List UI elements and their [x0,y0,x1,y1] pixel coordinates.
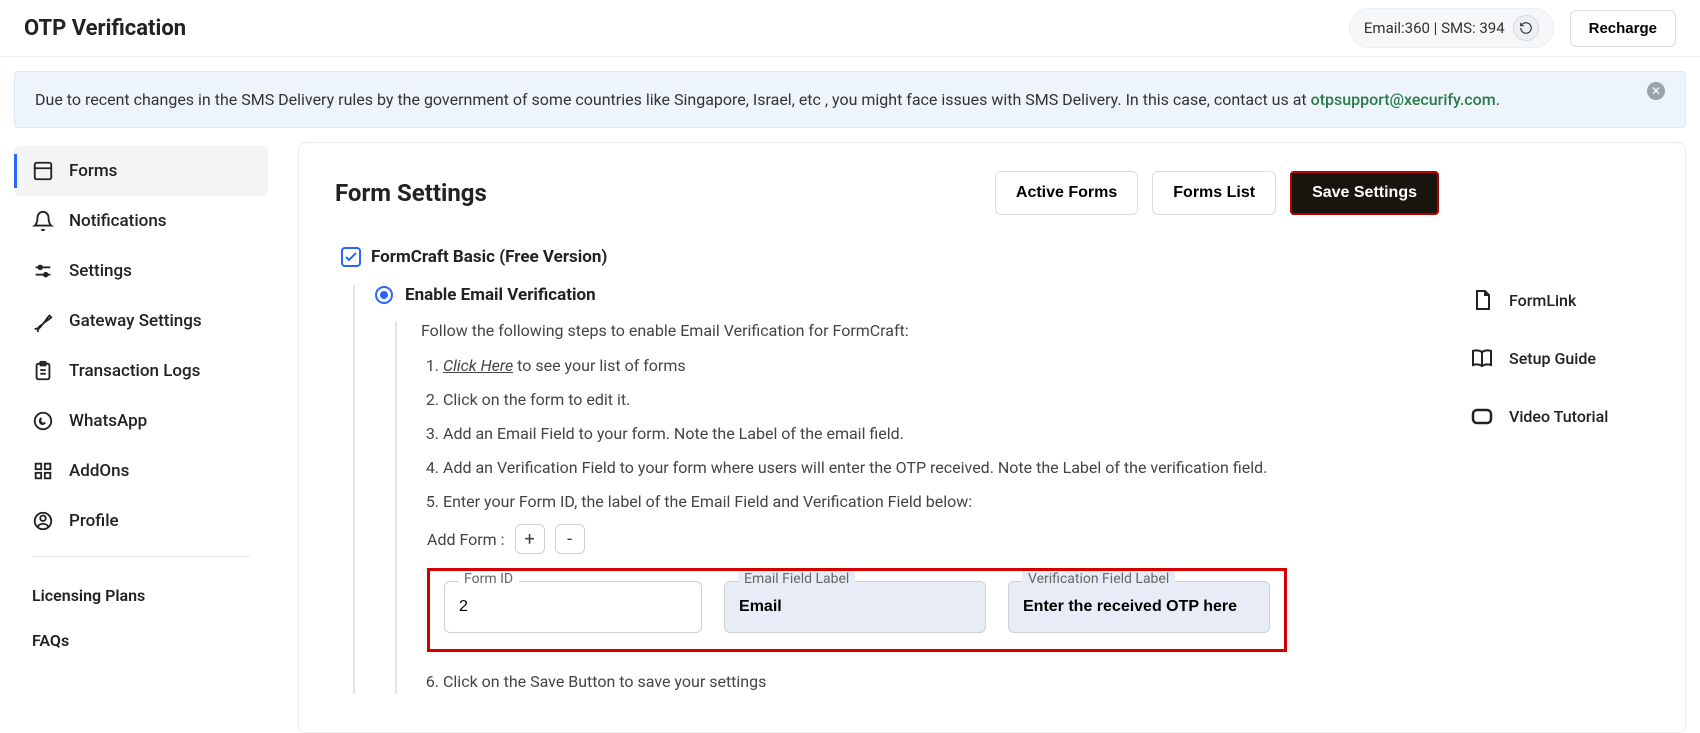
sidebar-item-forms[interactable]: Forms [14,146,268,196]
panel-label: FormLink [1509,291,1576,310]
email-field-legend: Email Field Label [738,571,855,587]
sidebar-item-label: Forms [69,161,117,181]
click-here-link[interactable]: Click Here [443,356,513,375]
active-forms-button[interactable]: Active Forms [995,171,1138,215]
formlink-link[interactable]: FormLink [1469,287,1649,313]
notice-banner: Due to recent changes in the SMS Deliver… [14,71,1686,128]
setup-guide-link[interactable]: Setup Guide [1469,345,1649,371]
sidebar-item-settings[interactable]: Settings [14,246,268,296]
step-item: Click on the form to edit it. [443,388,1439,412]
whatsapp-icon [32,410,54,432]
add-form-minus-button[interactable]: - [555,524,585,554]
support-email-link[interactable]: otpsupport@xecurify.com [1311,90,1496,109]
sidebar-item-label: WhatsApp [69,411,147,431]
step-item: Click on the Save Button to save your se… [443,670,1439,694]
enable-email-radio[interactable] [375,286,393,304]
sidebar-item-label: Profile [69,511,119,531]
sidebar-item-label: Transaction Logs [69,361,200,381]
save-settings-button[interactable]: Save Settings [1290,171,1439,215]
sidebar-faqs[interactable]: FAQs [14,618,268,663]
formcraft-checkbox[interactable] [341,247,361,267]
user-icon [32,510,54,532]
file-icon [1469,287,1495,313]
step-text: to see your list of forms [513,356,685,375]
enable-email-label: Enable Email Verification [405,285,596,305]
pen-icon [32,310,54,332]
sidebar-licensing-plans[interactable]: Licensing Plans [14,573,268,618]
book-icon [1469,345,1495,371]
sidebar-item-notifications[interactable]: Notifications [14,196,268,246]
sidebar-item-profile[interactable]: Profile [14,496,268,546]
step-item: Click Here to see your list of forms [443,354,1439,378]
verification-field-legend: Verification Field Label [1022,571,1175,587]
forms-list-button[interactable]: Forms List [1152,171,1276,215]
divider [32,556,250,557]
step-item: Add an Verification Field to your form w… [443,456,1439,480]
add-form-label: Add Form : [427,530,505,549]
close-icon[interactable]: ✕ [1647,82,1665,100]
formcraft-label: FormCraft Basic (Free Version) [371,247,607,267]
sidebar-item-label: Settings [69,261,132,281]
recharge-button[interactable]: Recharge [1570,10,1676,47]
sidebar-item-label: Gateway Settings [69,311,202,331]
step-item: Add an Email Field to your form. Note th… [443,422,1439,446]
email-field-input[interactable] [724,581,986,633]
bell-icon [32,210,54,232]
notice-text: Due to recent changes in the SMS Deliver… [35,90,1311,109]
form-icon [32,160,54,182]
notice-text-after: . [1496,90,1500,109]
step-item: Enter your Form ID, the label of the Ema… [443,490,1439,514]
sliders-icon [32,260,54,282]
grid-icon [32,460,54,482]
form-id-legend: Form ID [458,571,519,587]
form-fields-highlight: Form ID Email Field Label Verification F… [427,568,1287,652]
sidebar-item-transaction-logs[interactable]: Transaction Logs [14,346,268,396]
sidebar-item-label: AddOns [69,461,129,481]
panel-label: Video Tutorial [1509,407,1608,426]
credits-chip: Email:360 | SMS: 394 [1349,8,1554,48]
form-id-input[interactable] [444,581,702,633]
add-form-plus-button[interactable]: + [515,524,545,554]
page-title: OTP Verification [24,16,186,41]
section-title: Form Settings [335,179,487,207]
video-icon [1469,403,1495,429]
verification-field-input[interactable] [1008,581,1270,633]
clipboard-icon [32,360,54,382]
refresh-icon[interactable] [1513,15,1539,41]
sidebar: Forms Notifications Settings Gateway Set… [14,142,268,683]
sidebar-item-addons[interactable]: AddOns [14,446,268,496]
panel-label: Setup Guide [1509,349,1596,368]
video-tutorial-link[interactable]: Video Tutorial [1469,403,1649,429]
steps-intro: Follow the following steps to enable Ema… [421,321,1439,340]
credits-text: Email:360 | SMS: 394 [1364,19,1505,37]
sidebar-item-label: Notifications [69,211,167,231]
sidebar-item-gateway[interactable]: Gateway Settings [14,296,268,346]
sidebar-item-whatsapp[interactable]: WhatsApp [14,396,268,446]
